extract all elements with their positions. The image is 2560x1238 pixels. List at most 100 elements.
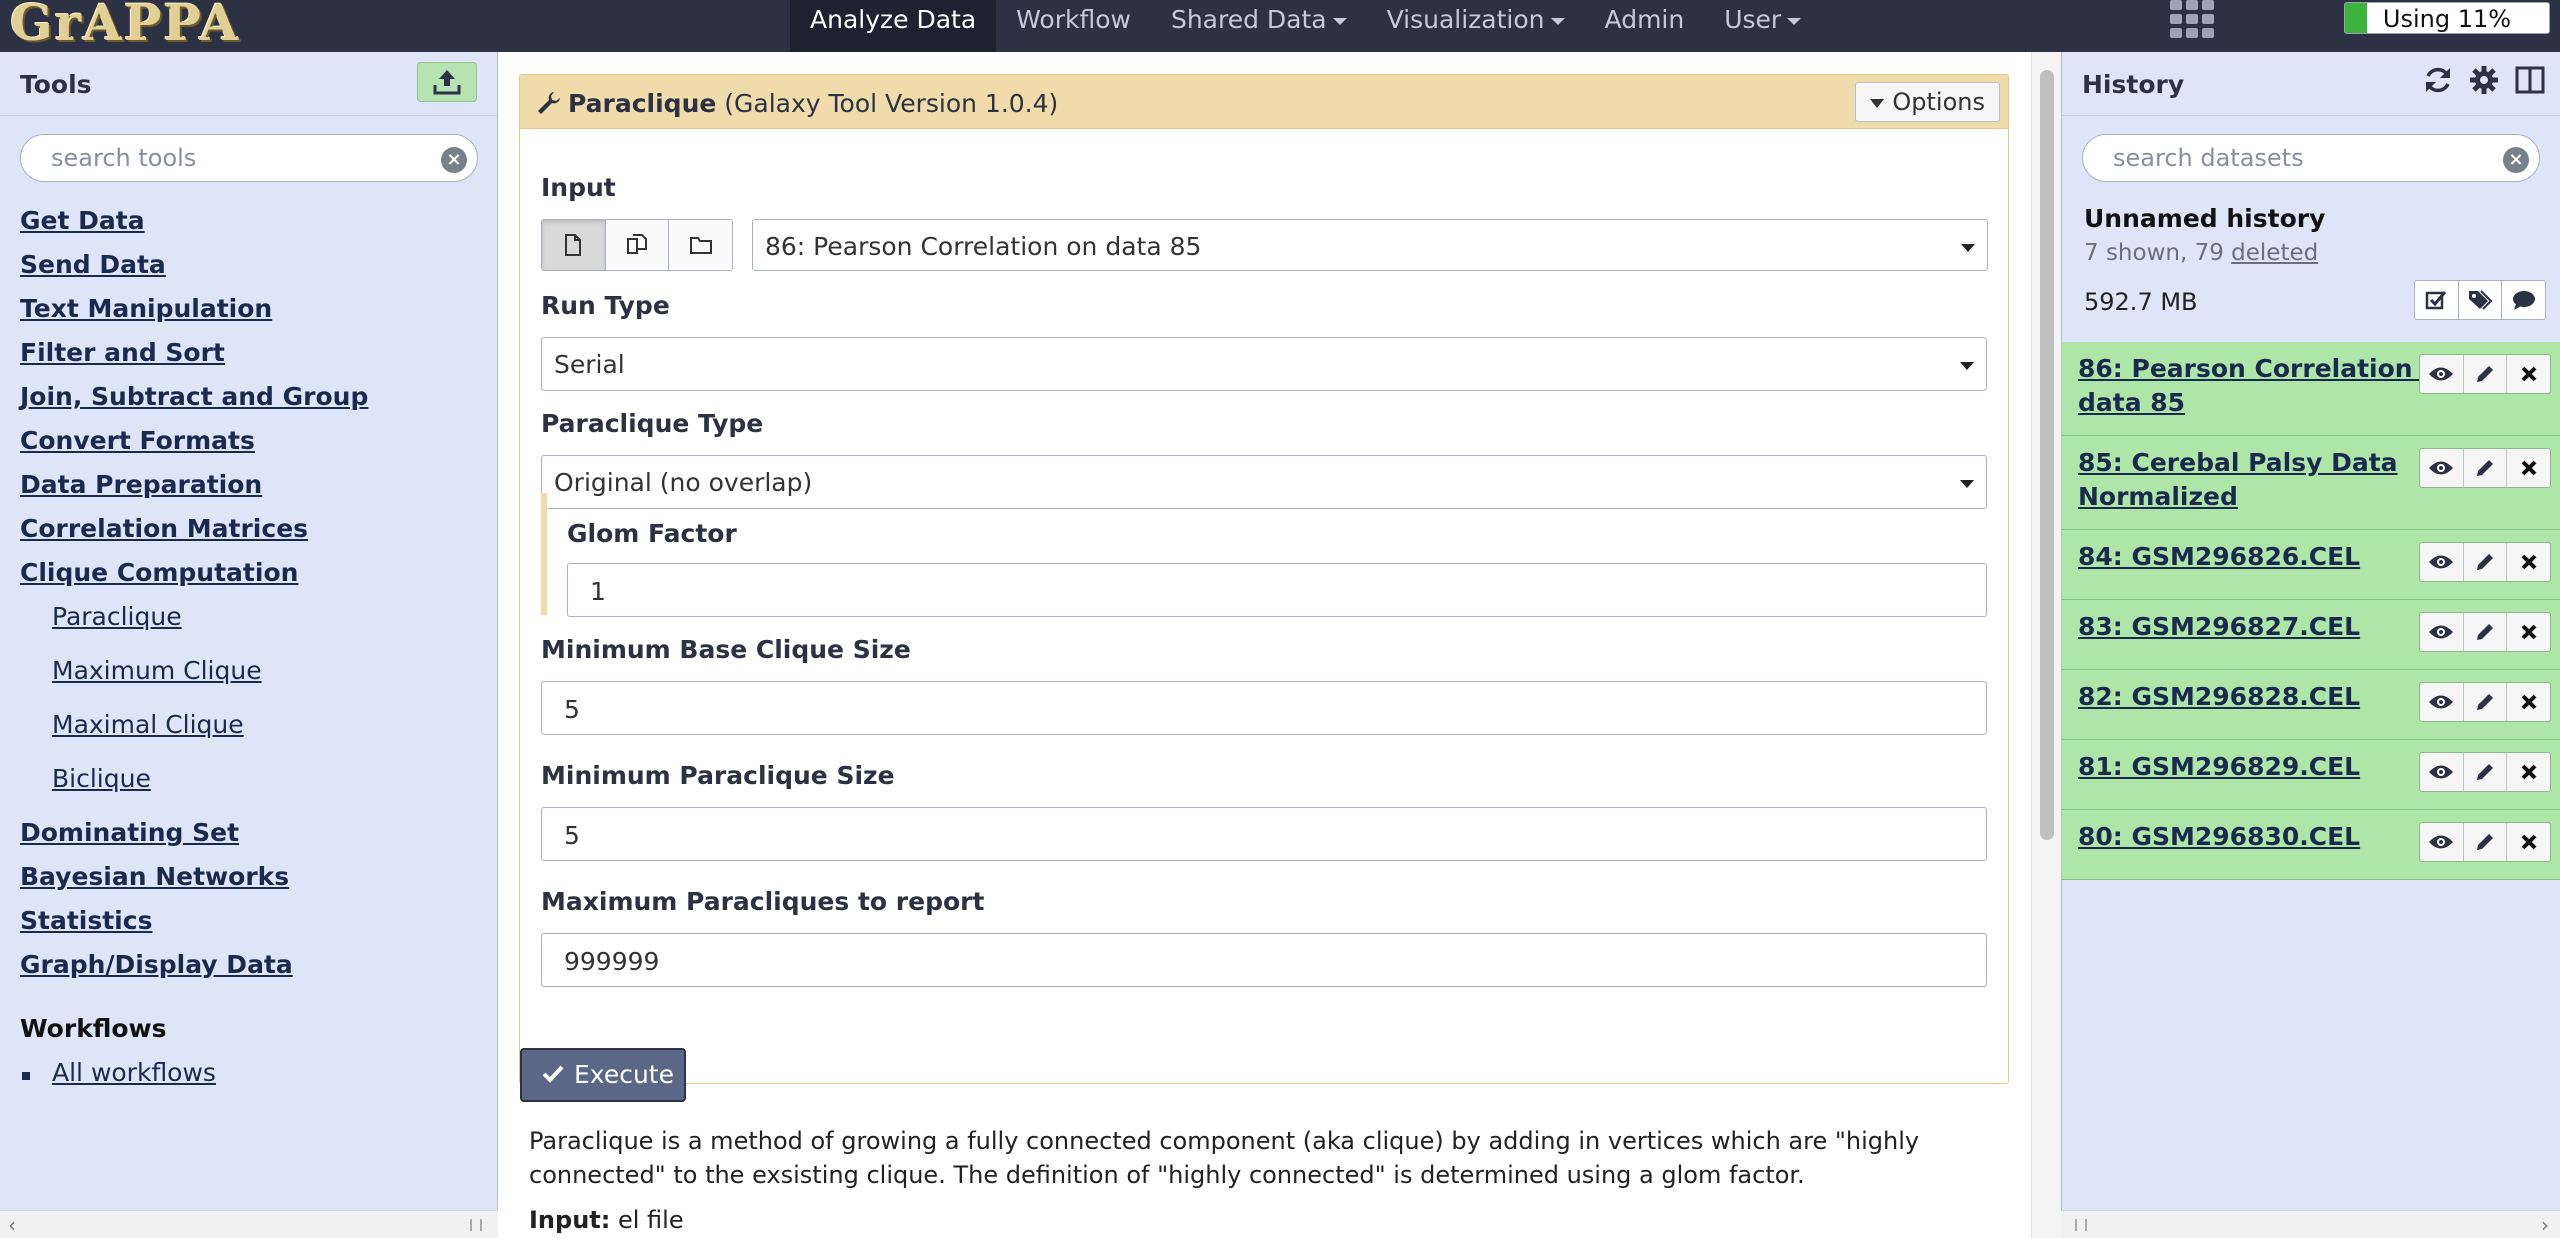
pencil-icon[interactable] xyxy=(2464,823,2508,861)
eye-icon[interactable] xyxy=(2420,753,2464,791)
tool-section-join-subtract-group[interactable]: Join, Subtract and Group xyxy=(20,382,368,411)
tags-button[interactable] xyxy=(2459,281,2503,319)
dataset-item[interactable]: 83: GSM296827.CEL xyxy=(2062,600,2560,670)
nav-admin[interactable]: Admin xyxy=(1585,0,1705,52)
scroll-left-icon[interactable]: ‹ xyxy=(8,1215,16,1235)
pencil-icon[interactable] xyxy=(2464,683,2508,721)
delete-x-icon[interactable] xyxy=(2507,613,2550,651)
brand-logo[interactable]: GrAPPA xyxy=(10,0,240,52)
resize-grip-icon[interactable] xyxy=(2075,1219,2087,1231)
tools-horizontal-scrollbar[interactable]: ‹ xyxy=(0,1210,498,1238)
nav-shared-data[interactable]: Shared Data xyxy=(1151,0,1367,52)
single-dataset-button[interactable] xyxy=(542,220,606,270)
tool-maximal-clique[interactable]: Maximal Clique xyxy=(52,710,244,739)
tool-search-input[interactable] xyxy=(49,142,414,174)
center-scrollbar[interactable] xyxy=(2031,52,2061,1238)
input-dataset-select[interactable]: 86: Pearson Correlation on data 85 xyxy=(752,219,1988,271)
quota-meter[interactable]: Using 11% xyxy=(2344,2,2550,34)
deleted-link[interactable]: deleted xyxy=(2231,240,2318,266)
eye-icon[interactable] xyxy=(2420,613,2464,651)
columns-icon[interactable] xyxy=(2514,64,2546,96)
tool-section-convert-formats[interactable]: Convert Formats xyxy=(20,426,255,455)
select-items-button[interactable] xyxy=(2415,281,2459,319)
dataset-title[interactable]: 83: GSM296827.CEL xyxy=(2078,610,2458,644)
pencil-icon[interactable] xyxy=(2464,543,2508,581)
dataset-item[interactable]: 82: GSM296828.CEL xyxy=(2062,670,2560,740)
multiple-datasets-button[interactable] xyxy=(605,220,670,270)
delete-x-icon[interactable] xyxy=(2507,753,2550,791)
pencil-icon[interactable] xyxy=(2464,355,2508,393)
annotation-button[interactable] xyxy=(2502,281,2545,319)
dataset-title[interactable]: 80: GSM296830.CEL xyxy=(2078,820,2458,854)
dataset-search-input[interactable] xyxy=(2111,142,2476,174)
eye-icon[interactable] xyxy=(2420,449,2464,487)
run-type-select[interactable]: Serial xyxy=(541,337,1987,391)
eye-icon[interactable] xyxy=(2420,823,2464,861)
dataset-item[interactable]: 80: GSM296830.CEL xyxy=(2062,810,2560,880)
tool-section-statistics[interactable]: Statistics xyxy=(20,906,152,935)
tool-paraclique[interactable]: Paraclique xyxy=(52,602,182,631)
eye-icon[interactable] xyxy=(2420,355,2464,393)
scrollbar-thumb[interactable] xyxy=(2040,70,2054,840)
dataset-title[interactable]: 86: Pearson Correlation on data 85 xyxy=(2078,352,2458,420)
clear-search-icon[interactable]: × xyxy=(2503,147,2529,173)
eye-icon[interactable] xyxy=(2420,543,2464,581)
nav-user[interactable]: User xyxy=(1704,0,1821,52)
tool-search[interactable]: × xyxy=(20,134,478,182)
eye-icon[interactable] xyxy=(2420,683,2464,721)
history-horizontal-scrollbar[interactable]: › xyxy=(2061,1210,2560,1238)
glom-factor-input[interactable]: 1 xyxy=(567,563,1987,617)
tool-maximum-clique[interactable]: Maximum Clique xyxy=(52,656,262,685)
refresh-icon[interactable] xyxy=(2422,64,2454,96)
dataset-item[interactable]: 84: GSM296826.CEL xyxy=(2062,530,2560,600)
dataset-search[interactable]: × xyxy=(2082,134,2540,182)
min-base-clique-input[interactable]: 5 xyxy=(541,681,1987,735)
scroll-right-icon[interactable]: › xyxy=(2541,1215,2549,1235)
dataset-title[interactable]: 84: GSM296826.CEL xyxy=(2078,540,2458,574)
tool-section-bayesian-networks[interactable]: Bayesian Networks xyxy=(20,862,289,891)
pencil-icon[interactable] xyxy=(2464,753,2508,791)
dataset-collection-button[interactable] xyxy=(669,220,732,270)
dataset-title[interactable]: 85: Cerebal Palsy Data Normalized xyxy=(2078,446,2458,514)
dataset-title[interactable]: 81: GSM296829.CEL xyxy=(2078,750,2458,784)
tool-section-graph-display-data[interactable]: Graph/Display Data xyxy=(20,950,293,979)
tool-biclique[interactable]: Biclique xyxy=(52,764,151,793)
tool-section-text-manipulation[interactable]: Text Manipulation xyxy=(20,294,272,323)
delete-x-icon[interactable] xyxy=(2507,823,2550,861)
delete-x-icon[interactable] xyxy=(2507,683,2550,721)
tool-section-dominating-set[interactable]: Dominating Set xyxy=(20,818,239,847)
delete-x-icon[interactable] xyxy=(2507,449,2550,487)
tool-section-clique-computation[interactable]: Clique Computation xyxy=(20,558,298,587)
delete-x-icon[interactable] xyxy=(2507,355,2550,393)
check-icon xyxy=(542,1065,564,1083)
pencil-icon[interactable] xyxy=(2464,449,2508,487)
dataset-item[interactable]: 81: GSM296829.CEL xyxy=(2062,740,2560,810)
history-name[interactable]: Unnamed history xyxy=(2084,204,2325,233)
gear-icon[interactable] xyxy=(2468,64,2500,96)
tool-section-send-data[interactable]: Send Data xyxy=(20,250,166,279)
nav-analyze-data[interactable]: Analyze Data xyxy=(790,0,997,52)
execute-button[interactable]: Execute xyxy=(520,1048,686,1102)
file-icon xyxy=(565,234,582,256)
options-button[interactable]: Options xyxy=(1855,82,2000,122)
tool-section-filter-and-sort[interactable]: Filter and Sort xyxy=(20,338,225,367)
nav-visualization[interactable]: Visualization xyxy=(1367,0,1585,52)
max-paracliques-input[interactable]: 999999 xyxy=(541,933,1987,987)
dataset-buttons xyxy=(2419,612,2551,652)
delete-x-icon[interactable] xyxy=(2507,543,2550,581)
nav-label: Shared Data xyxy=(1170,5,1327,34)
pencil-icon[interactable] xyxy=(2464,613,2508,651)
tool-section-data-preparation[interactable]: Data Preparation xyxy=(20,470,262,499)
tool-section-correlation-matrices[interactable]: Correlation Matrices xyxy=(20,514,308,543)
min-paraclique-input[interactable]: 5 xyxy=(541,807,1987,861)
tool-section-get-data[interactable]: Get Data xyxy=(20,206,145,235)
clear-search-icon[interactable]: × xyxy=(441,147,467,173)
all-workflows-link[interactable]: All workflows xyxy=(52,1058,216,1087)
grid-apps-icon[interactable] xyxy=(2170,0,2218,38)
upload-button[interactable] xyxy=(417,62,477,102)
resize-grip-icon[interactable] xyxy=(470,1219,482,1231)
dataset-title[interactable]: 82: GSM296828.CEL xyxy=(2078,680,2458,714)
dataset-item[interactable]: 85: Cerebal Palsy Data Normalized xyxy=(2062,436,2560,530)
dataset-item[interactable]: 86: Pearson Correlation on data 85 xyxy=(2062,342,2560,436)
nav-workflow[interactable]: Workflow xyxy=(996,0,1151,52)
